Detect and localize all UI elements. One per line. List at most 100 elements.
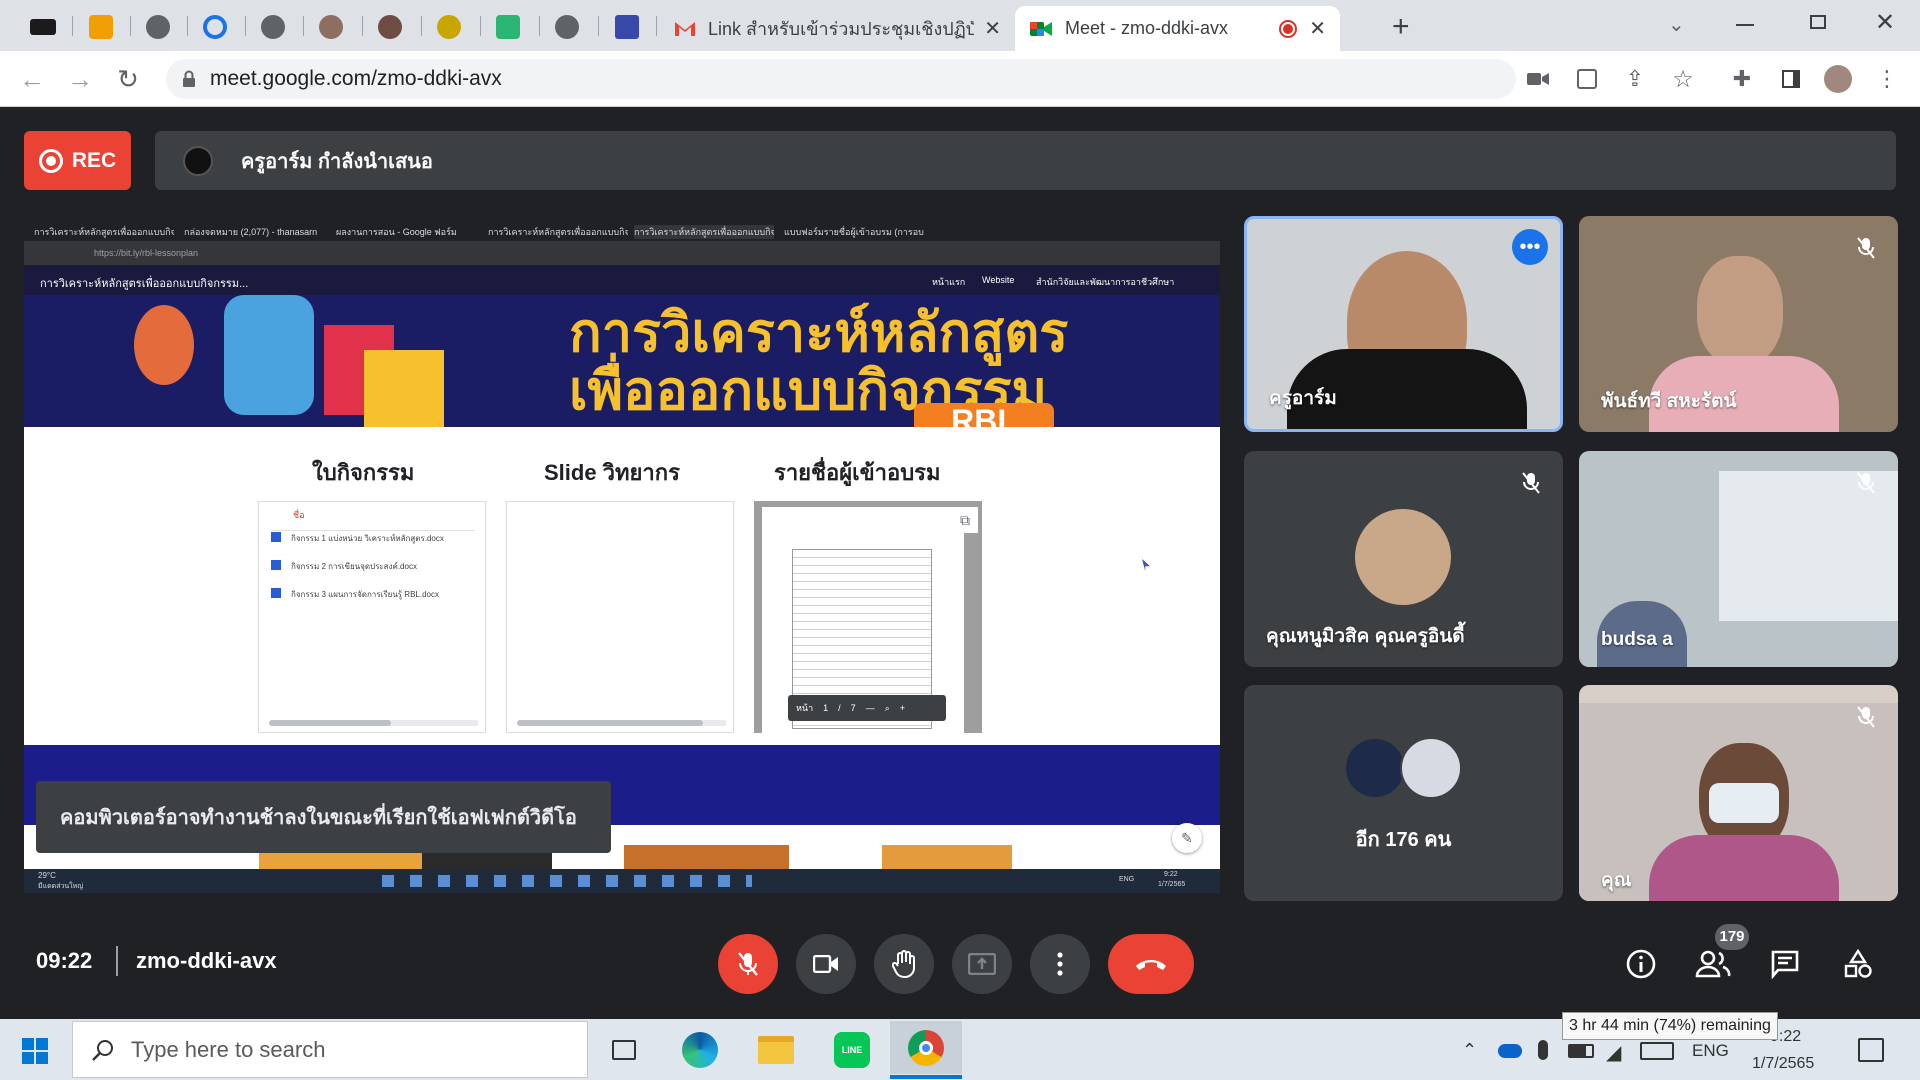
reload-button[interactable]: ↻ [114, 64, 142, 94]
slide-embed[interactable] [506, 501, 734, 733]
leave-call-button[interactable] [1108, 934, 1194, 994]
shared-url: https://bit.ly/rbl-lessonplan [94, 248, 199, 258]
zoom-out-icon[interactable]: — [866, 703, 875, 713]
rec-label: REC [71, 148, 117, 172]
pinned-tab[interactable] [26, 10, 60, 44]
file-item[interactable]: กิจกรรม 1 แบ่งหน่วย วิเคราะห์หลักสูตร.do… [291, 532, 444, 545]
participant-tile[interactable]: คุณหนูมิวสิค คุณครูอินดี้ [1244, 451, 1563, 667]
participant-tile[interactable]: พันธ์ทวี สหะรัตน์ [1579, 216, 1898, 432]
recording-badge: REC [24, 131, 131, 190]
pinned-tab[interactable] [432, 10, 466, 44]
address-bar[interactable]: meet.google.com/zmo-ddki-avx [166, 59, 1516, 99]
forward-button[interactable]: → [66, 64, 94, 94]
ed-icon [496, 15, 520, 39]
pinned-tab[interactable] [141, 10, 175, 44]
keyboard-icon[interactable] [1640, 1042, 1674, 1060]
participant-avatar [1344, 737, 1406, 799]
meeting-details-button[interactable] [1619, 942, 1663, 986]
more-options-button[interactable] [1030, 934, 1090, 994]
side-panel-icon[interactable] [1777, 65, 1805, 93]
tray-overflow-icon[interactable]: ⌃ [1462, 1040, 1477, 1061]
microphone-tray-icon[interactable] [1538, 1040, 1548, 1060]
taskbar-search-box[interactable]: Type here to search [72, 1021, 588, 1078]
participant-overflow-tile[interactable]: อีก 176 คน [1244, 685, 1563, 901]
camera-in-use-icon[interactable] [1524, 65, 1552, 93]
edit-pencil-icon[interactable]: ✎ [1172, 823, 1202, 853]
close-window-button[interactable]: ✕ [1875, 8, 1895, 37]
meeting-time: 09:22 [36, 948, 93, 973]
minimize-button[interactable] [1736, 24, 1754, 26]
camera-toggle-button[interactable] [796, 934, 856, 994]
shared-tab: การวิเคราะห์หลักสูตรเพื่อออกแบบกิจ [34, 227, 174, 237]
pinned-tab[interactable] [491, 10, 525, 44]
more-options-icon[interactable]: ••• [1512, 229, 1548, 265]
tab-search-button[interactable]: ⌄ [1668, 12, 1685, 37]
edge-icon[interactable] [676, 1026, 724, 1074]
close-tab-icon[interactable]: ✕ [1309, 16, 1326, 41]
pinned-tab[interactable] [373, 10, 407, 44]
pinned-tab[interactable] [198, 10, 232, 44]
globe-icon [146, 15, 170, 39]
file-explorer-icon[interactable] [752, 1026, 800, 1074]
open-external-icon[interactable]: ⧉ [952, 507, 978, 533]
share-icon[interactable]: ⇪ [1621, 65, 1649, 93]
tab-meet[interactable]: Meet - zmo-ddki-avx ✕ [1015, 6, 1340, 51]
participant-name: คุณ [1601, 870, 1632, 891]
input-language[interactable]: ENG [1692, 1041, 1729, 1061]
pdf-page-separator: / [838, 703, 841, 713]
chat-button[interactable] [1763, 942, 1807, 986]
translate-icon[interactable] [1573, 65, 1601, 93]
network-icon[interactable]: ◢ [1606, 1040, 1621, 1065]
line-app-icon[interactable]: LINE [828, 1026, 876, 1074]
raise-hand-button[interactable] [874, 934, 934, 994]
profile-avatar[interactable] [1824, 65, 1852, 93]
zoom-icon[interactable]: ⌕ [885, 703, 890, 714]
site-banner: การวิเคราะห์หลักสูตร เพื่อออกแบบกิจกรรม … [24, 295, 1220, 427]
close-tab-icon[interactable]: ✕ [984, 16, 1001, 41]
pdf-page-number[interactable]: 1 [823, 703, 828, 713]
url-text: meet.google.com/zmo-ddki-avx [210, 67, 502, 90]
toolbar: ← → ↻ meet.google.com/zmo-ddki-avx ⇪ ☆ ✚… [0, 51, 1920, 107]
pinned-tab[interactable] [256, 10, 290, 44]
new-tab-button[interactable]: + [1392, 10, 1410, 44]
bookmark-star-icon[interactable]: ☆ [1669, 65, 1697, 93]
chat-icon [1771, 950, 1799, 979]
restore-button[interactable] [1810, 15, 1826, 29]
drive-folder-embed[interactable]: ชื่อ กิจกรรม 1 แบ่งหน่วย วิเคราะห์หลักสู… [258, 501, 486, 733]
hand-icon [892, 950, 915, 978]
pinned-tab[interactable] [610, 10, 644, 44]
participant-name: คุณหนูมิวสิค คุณครูอินดี้ [1266, 626, 1465, 647]
file-item[interactable]: กิจกรรม 2 การเขียนจุดประสงค์.docx [291, 560, 417, 573]
present-screen-button[interactable] [952, 934, 1012, 994]
pinned-tab[interactable] [314, 10, 348, 44]
participant-tile[interactable]: ••• ครูอาร์ม [1244, 216, 1563, 432]
battery-tooltip: 3 hr 44 min (74%) remaining [1562, 1012, 1778, 1040]
chrome-menu-icon[interactable]: ⋮ [1873, 65, 1901, 93]
notification-center-icon[interactable] [1858, 1038, 1884, 1062]
activities-button[interactable] [1836, 942, 1880, 986]
file-item[interactable]: กิจกรรม 3 แผนการจัดการเรียนรู้ RBL.docx [291, 588, 439, 601]
extensions-icon[interactable]: ✚ [1728, 65, 1756, 93]
pinned-tab[interactable] [84, 10, 118, 44]
pinned-tab[interactable] [550, 10, 584, 44]
zoom-in-icon[interactable]: + [900, 703, 905, 713]
task-view-icon[interactable] [600, 1026, 648, 1074]
clock-date[interactable]: 1/7/2565 [1752, 1055, 1814, 1073]
back-button[interactable]: ← [18, 64, 46, 94]
participant-tile[interactable]: budsa a [1579, 451, 1898, 667]
start-button[interactable] [22, 1038, 48, 1064]
people-button[interactable]: 179 [1691, 924, 1749, 986]
battery-icon[interactable] [1568, 1044, 1594, 1058]
shared-lang: ENG [1119, 876, 1135, 883]
site-nav-home: หน้าแรก [932, 277, 966, 287]
section-header-activity: ใบกิจกรรม [312, 460, 415, 485]
chrome-taskbar-icon[interactable] [890, 1021, 962, 1074]
record-icon [38, 148, 63, 173]
participant-tile[interactable]: คุณ [1579, 685, 1898, 901]
microphone-toggle-button[interactable] [718, 934, 778, 994]
word-doc-icon [271, 532, 281, 542]
onedrive-icon[interactable] [1498, 1044, 1522, 1058]
shared-site-header: การวิเคราะห์หลักสูตรเพื่อออกแบบกิจกรรม..… [24, 265, 1220, 295]
tab-gmail[interactable]: Link สำหรับเข้าร่วมประชุมเชิงปฏิบัติก ✕ [660, 6, 1015, 51]
pdf-viewer-embed[interactable]: ⧉ หน้า 1 / 7 — ⌕ + [754, 501, 982, 733]
